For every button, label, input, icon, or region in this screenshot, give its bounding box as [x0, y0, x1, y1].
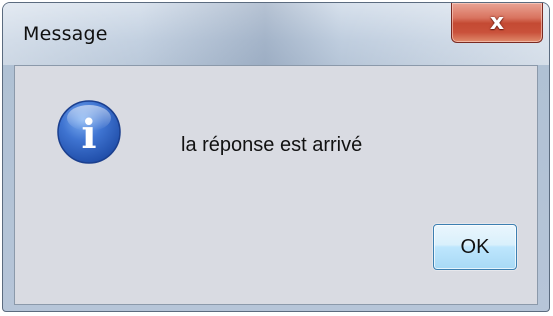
message-dialog-window: Message x i la réponse est arrivé OK: [2, 2, 550, 312]
close-icon: x: [489, 9, 505, 35]
info-icon: i: [57, 100, 121, 164]
info-icon-letter: i: [81, 111, 96, 158]
title-bar[interactable]: Message x: [3, 3, 549, 65]
close-button[interactable]: x: [451, 3, 543, 43]
window-title: Message: [23, 23, 108, 45]
ok-button[interactable]: OK: [433, 224, 517, 270]
dialog-content: i la réponse est arrivé OK: [14, 65, 538, 305]
message-text: la réponse est arrivé: [181, 134, 363, 156]
